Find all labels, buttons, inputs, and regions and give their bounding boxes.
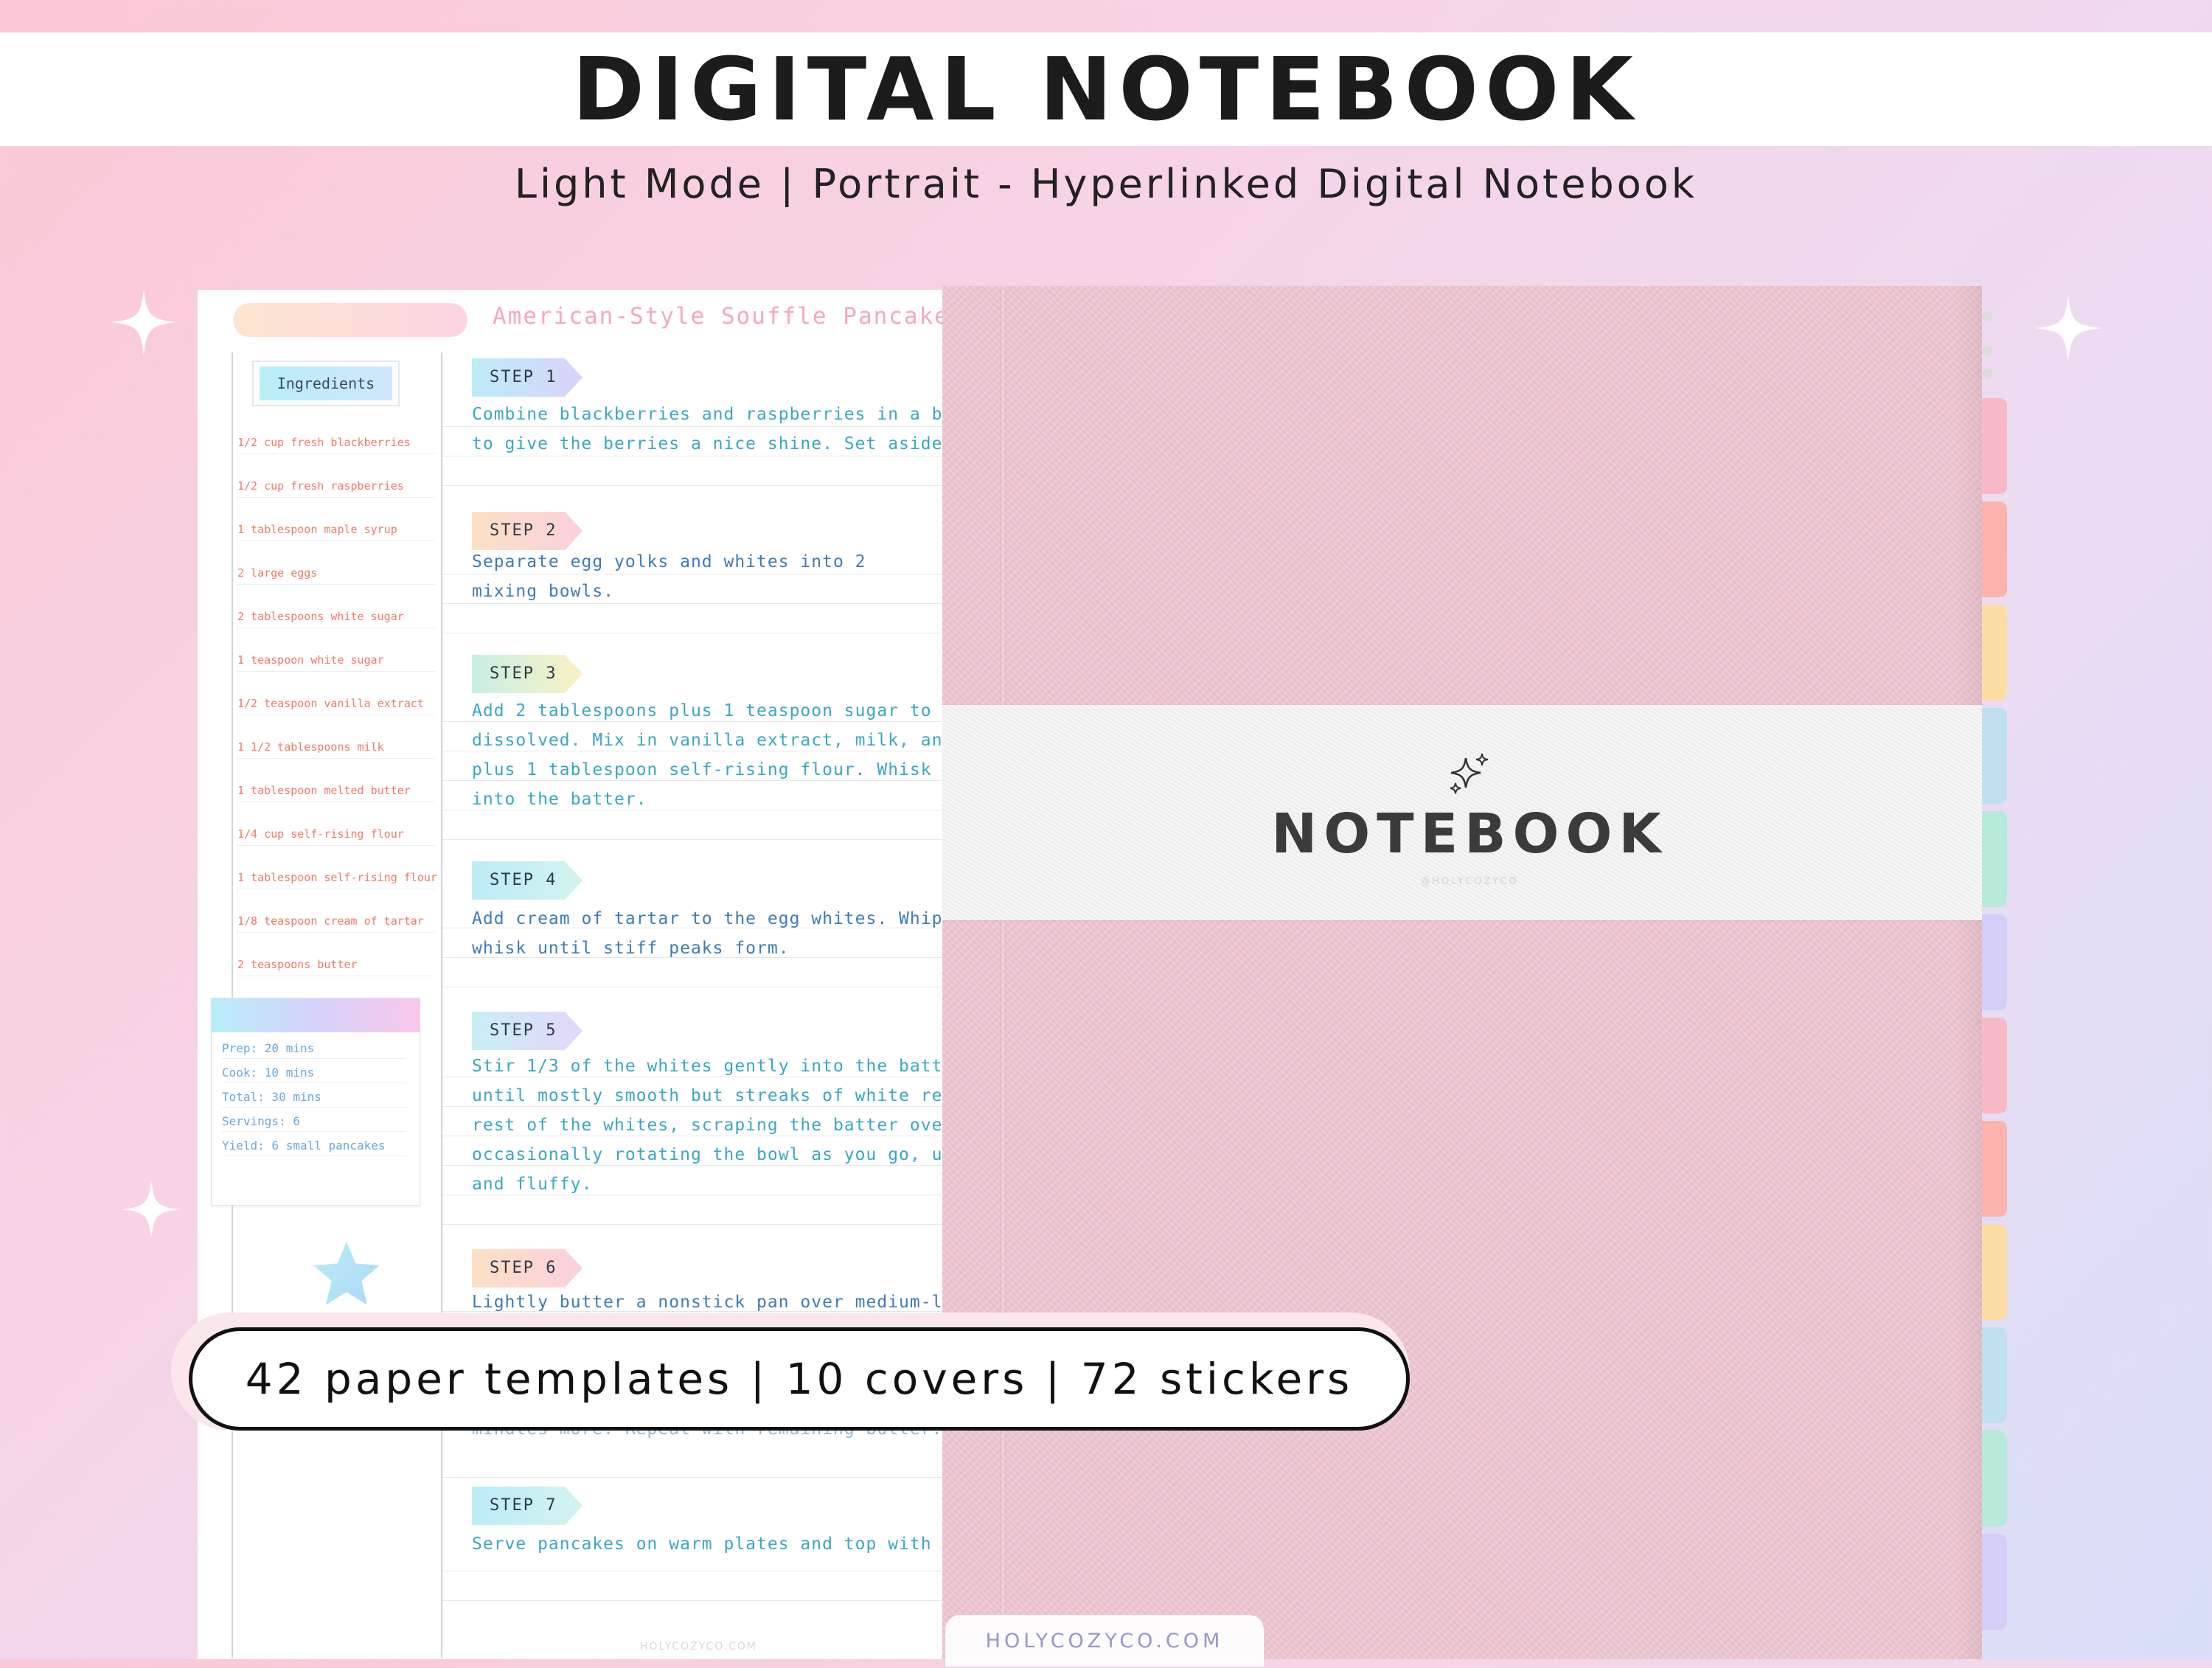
tab-ring <box>1982 311 1992 322</box>
prep-time: Prep: 20 mins <box>222 1041 406 1059</box>
step-6-label: STEP 6 <box>472 1249 582 1288</box>
step-3-text: Add 2 tablespoons plus 1 teaspoon sugar … <box>472 701 942 809</box>
index-tab[interactable] <box>1982 811 2007 907</box>
step-5-label: STEP 5 <box>472 1012 582 1050</box>
ingredients-label: Ingredients <box>260 366 392 400</box>
steps-area: STEP 1 Combine blackberries and raspberr… <box>442 352 942 1658</box>
index-tabs <box>1982 295 2007 1659</box>
ingredient-item: 2 tablespoons white sugar <box>237 610 404 623</box>
recipe-page: American-Style Souffle Pancakes Ingredie… <box>198 290 942 1659</box>
ingredient-item: 1 tablespoon maple syrup <box>237 523 397 536</box>
index-tab[interactable] <box>1982 1534 2007 1630</box>
index-tab[interactable] <box>1982 1224 2007 1320</box>
ingredient-item: 1/2 cup fresh raspberries <box>237 479 404 493</box>
ingredients-header: Ingredients <box>254 362 398 405</box>
title-pill <box>233 303 467 337</box>
ingredient-divider <box>237 758 435 759</box>
step-3-label: STEP 3 <box>472 655 582 693</box>
index-tab[interactable] <box>1982 1018 2007 1113</box>
cover-title: NOTEBOOK <box>1271 802 1668 866</box>
ingredient-item: 1 1/2 tablespoons milk <box>237 740 384 754</box>
rule-line <box>442 1600 942 1601</box>
ingredient-divider <box>237 584 435 585</box>
cover-texture <box>942 286 1982 1659</box>
recipe-info-card: Prep: 20 mins Cook: 10 mins Total: 30 mi… <box>211 998 420 1206</box>
step-5-text: Stir 1/3 of the whites gently into the b… <box>472 1057 942 1194</box>
step-4-label: STEP 4 <box>472 861 582 900</box>
ingredient-item: 2 teaspoons butter <box>237 958 358 971</box>
cover-edge <box>1952 286 1982 1659</box>
cover-brand-text: @HOLYCOZYCO <box>1420 876 1519 887</box>
ingredient-item: 1/8 teaspoon cream of tartar <box>237 914 424 928</box>
index-tab[interactable] <box>1982 914 2007 1010</box>
star-sticker-icon <box>307 1234 386 1311</box>
subtitle: Light Mode | Portrait - Hyperlinked Digi… <box>514 161 1698 207</box>
sparkle-icon <box>1450 753 1489 794</box>
index-tab[interactable] <box>1982 1121 2007 1217</box>
recipe-title: American-Style Souffle Pancakes <box>493 303 942 330</box>
ingredient-divider <box>237 932 435 933</box>
sparkle-icon <box>122 1180 181 1239</box>
sparkle-icon <box>111 289 177 355</box>
notebook-cover[interactable]: NOTEBOOK @HOLYCOZYCO <box>942 286 1982 1659</box>
main-title: DIGITAL NOTEBOOK <box>572 38 1640 140</box>
cook-time: Cook: 10 mins <box>222 1066 406 1083</box>
ingredient-divider <box>237 497 435 498</box>
ingredient-item: 1/4 cup self-rising flour <box>237 827 404 841</box>
step-7-text: Serve pancakes on warm plates and top wi… <box>472 1535 932 1554</box>
step-2-label: STEP 2 <box>472 512 582 550</box>
rule-line <box>442 1477 942 1478</box>
feature-banner: 42 paper templates | 10 covers | 72 stic… <box>189 1327 1410 1431</box>
ingredient-item: 2 large eggs <box>237 566 318 580</box>
ingredient-divider <box>237 671 435 672</box>
total-time: Total: 30 mins <box>222 1090 406 1108</box>
servings: Servings: 6 <box>222 1114 406 1132</box>
index-tab[interactable] <box>1982 398 2007 494</box>
index-tab[interactable] <box>1982 605 2007 701</box>
step-1-label: STEP 1 <box>472 358 582 397</box>
ingredient-item: 1 teaspoon white sugar <box>237 653 384 667</box>
index-tab[interactable] <box>1982 1327 2007 1423</box>
rule-line <box>442 1224 942 1225</box>
title-band: DIGITAL NOTEBOOK <box>0 32 2212 146</box>
cover-spine <box>1000 286 1006 1659</box>
page-footer: HOLYCOZYCO.COM <box>640 1641 757 1653</box>
sparkle-icon <box>2035 295 2101 361</box>
info-card-header <box>212 998 420 1032</box>
tab-ring <box>1982 369 1992 379</box>
ingredient-item: 1/2 cup fresh blackberries <box>237 436 411 449</box>
ingredient-item: 1 tablespoon self-rising flour <box>237 871 437 884</box>
rule-line <box>442 839 942 840</box>
index-tab[interactable] <box>1982 501 2007 597</box>
step-7-label: STEP 7 <box>472 1487 582 1525</box>
step-1-text: Combine blackberries and raspberries in … <box>472 405 942 454</box>
rule-line <box>442 485 942 486</box>
yield: Yield: 6 small pancakes <box>222 1139 406 1156</box>
ingredient-item: 1/2 teaspoon vanilla extract <box>237 697 424 710</box>
ingredient-item: 1 tablespoon melted butter <box>237 784 411 797</box>
ingredient-divider <box>237 845 435 846</box>
tab-ring <box>1982 347 1992 357</box>
index-tab[interactable] <box>1982 1431 2007 1526</box>
index-tab[interactable] <box>1982 708 2007 804</box>
step-2-text: Separate egg yolks and whites into 2 mix… <box>472 552 866 601</box>
step-4-text: Add cream of tartar to the egg whites. W… <box>472 909 942 958</box>
